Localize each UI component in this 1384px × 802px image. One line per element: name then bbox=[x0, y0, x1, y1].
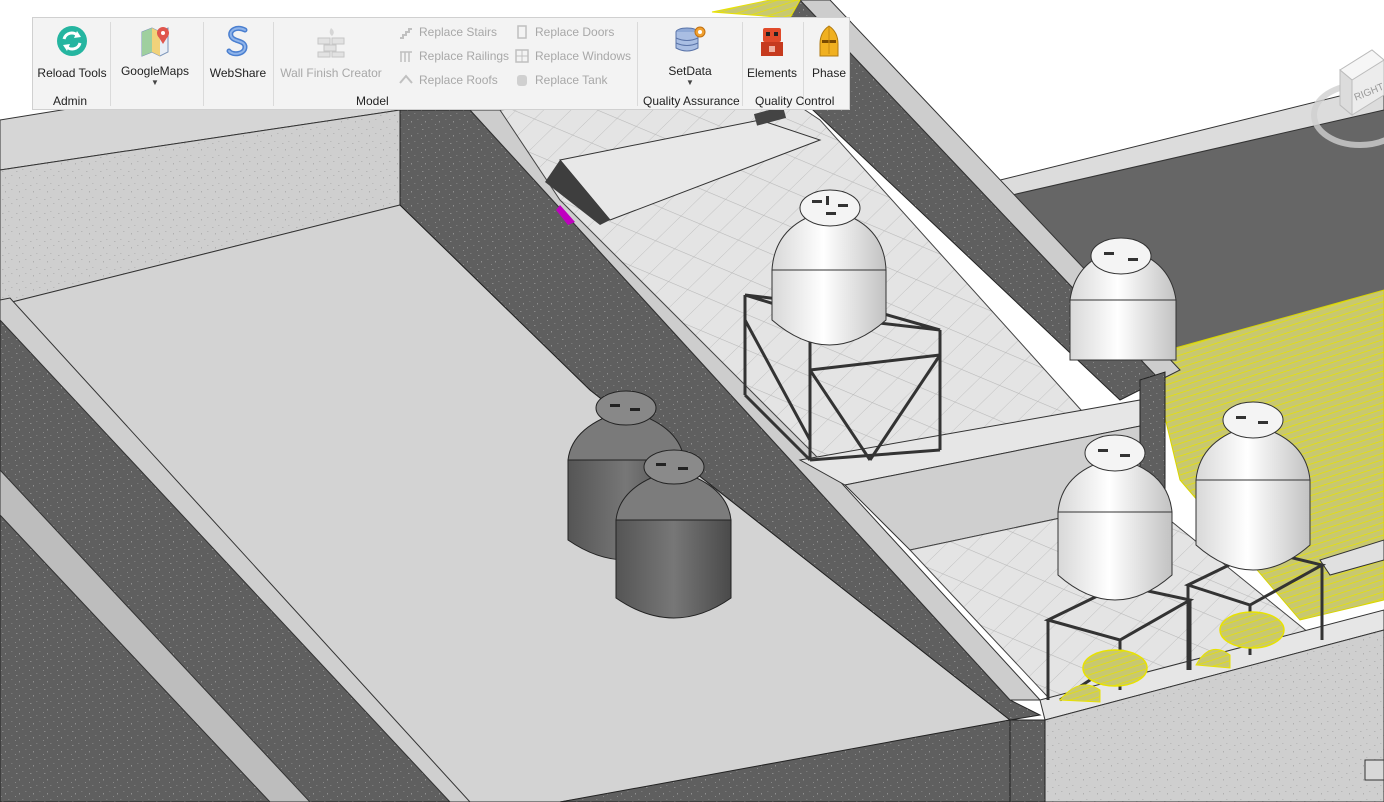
wall-finish-creator-label: Wall Finish Creator bbox=[280, 66, 382, 80]
group-divider bbox=[273, 22, 274, 106]
group-label-quality-control: Quality Control bbox=[755, 94, 835, 108]
door-icon bbox=[517, 25, 527, 39]
phase-button[interactable]: Phase bbox=[807, 20, 851, 90]
wall-finish-creator-button[interactable]: Wall Finish Creator bbox=[279, 20, 383, 90]
view-cube[interactable]: RIGHT bbox=[1310, 40, 1384, 150]
google-maps-button[interactable]: GoogleMaps ▼ bbox=[117, 20, 193, 90]
ribbon-panel: Reload Tools Admin GoogleMaps ▼ WebShare bbox=[32, 17, 850, 110]
group-label-admin: Admin bbox=[53, 94, 88, 108]
group-label-model: Model bbox=[356, 94, 389, 108]
replace-railings-label: Replace Railings bbox=[419, 49, 510, 63]
replace-windows-label: Replace Windows bbox=[535, 49, 632, 63]
group-divider bbox=[637, 22, 638, 106]
group-divider bbox=[742, 22, 743, 106]
setdata-label: SetData bbox=[668, 64, 712, 78]
google-maps-label: GoogleMaps bbox=[120, 64, 190, 78]
knight-helmet-icon bbox=[819, 25, 839, 57]
group-label-quality-assurance: Quality Assurance bbox=[643, 94, 740, 108]
window-icon bbox=[515, 49, 529, 63]
replace-doors-button[interactable]: Replace Doors bbox=[515, 22, 614, 42]
replace-tank-button[interactable]: Replace Tank bbox=[515, 70, 608, 90]
chevron-down-icon: ▼ bbox=[686, 78, 694, 87]
webshare-label: WebShare bbox=[209, 66, 267, 80]
replace-windows-button[interactable]: Replace Windows bbox=[515, 46, 631, 66]
replace-railings-button[interactable]: Replace Railings bbox=[399, 46, 509, 66]
replace-tank-label: Replace Tank bbox=[535, 73, 608, 87]
model-3d-viewport[interactable] bbox=[0, 0, 1384, 802]
database-gear-icon bbox=[675, 26, 706, 52]
tank-icon bbox=[517, 75, 527, 86]
setdata-button[interactable]: SetData ▼ bbox=[657, 20, 723, 90]
roof-icon bbox=[399, 74, 413, 84]
refresh-icon bbox=[57, 26, 87, 56]
replace-roofs-button[interactable]: Replace Roofs bbox=[399, 70, 498, 90]
reload-tools-label: Reload Tools bbox=[37, 66, 107, 80]
webshare-button[interactable]: WebShare bbox=[207, 20, 269, 90]
phase-label: Phase bbox=[811, 66, 847, 80]
replace-roofs-label: Replace Roofs bbox=[419, 73, 498, 87]
railing-icon bbox=[400, 51, 412, 62]
replace-stairs-label: Replace Stairs bbox=[419, 25, 498, 39]
group-divider bbox=[110, 22, 111, 106]
robot-icon bbox=[761, 28, 783, 56]
elements-button[interactable]: Elements bbox=[745, 20, 799, 90]
reload-tools-button[interactable]: Reload Tools bbox=[37, 20, 107, 90]
chevron-down-icon: ▼ bbox=[151, 78, 159, 87]
replace-doors-label: Replace Doors bbox=[535, 25, 615, 39]
brick-wall-icon bbox=[317, 28, 345, 58]
replace-stairs-button[interactable]: Replace Stairs bbox=[399, 22, 497, 42]
stairs-icon bbox=[400, 28, 412, 39]
elements-label: Elements bbox=[746, 66, 798, 80]
google-maps-icon bbox=[141, 27, 169, 57]
webshare-icon bbox=[226, 25, 248, 57]
group-divider bbox=[203, 22, 204, 106]
